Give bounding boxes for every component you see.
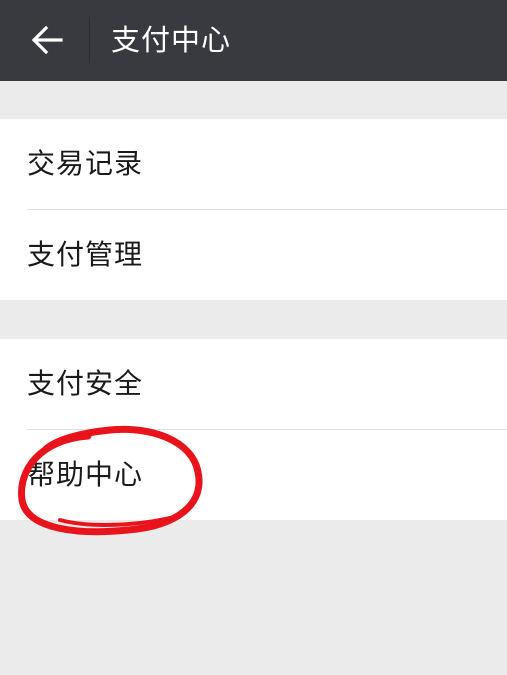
- menu-item-help-center[interactable]: 帮助中心: [0, 430, 507, 520]
- menu-item-label: 帮助中心: [27, 458, 144, 491]
- menu-group-security: 支付安全 帮助中心: [0, 339, 507, 520]
- menu-item-transaction-records[interactable]: 交易记录: [0, 119, 507, 209]
- top-bar: 支付中心: [0, 0, 507, 81]
- arrow-left-icon: [31, 25, 63, 55]
- menu-item-payment-security[interactable]: 支付安全: [0, 339, 507, 429]
- menu-item-payment-management[interactable]: 支付管理: [0, 210, 507, 300]
- annotation-circle: [18, 425, 203, 536]
- menu-item-label: 交易记录: [27, 147, 144, 180]
- header-divider: [89, 17, 90, 63]
- back-button[interactable]: [14, 12, 80, 68]
- menu-group-records: 交易记录 支付管理: [0, 119, 507, 300]
- menu-item-label: 支付安全: [27, 367, 144, 400]
- page-title: 支付中心: [111, 23, 232, 57]
- menu-item-label: 支付管理: [27, 238, 144, 271]
